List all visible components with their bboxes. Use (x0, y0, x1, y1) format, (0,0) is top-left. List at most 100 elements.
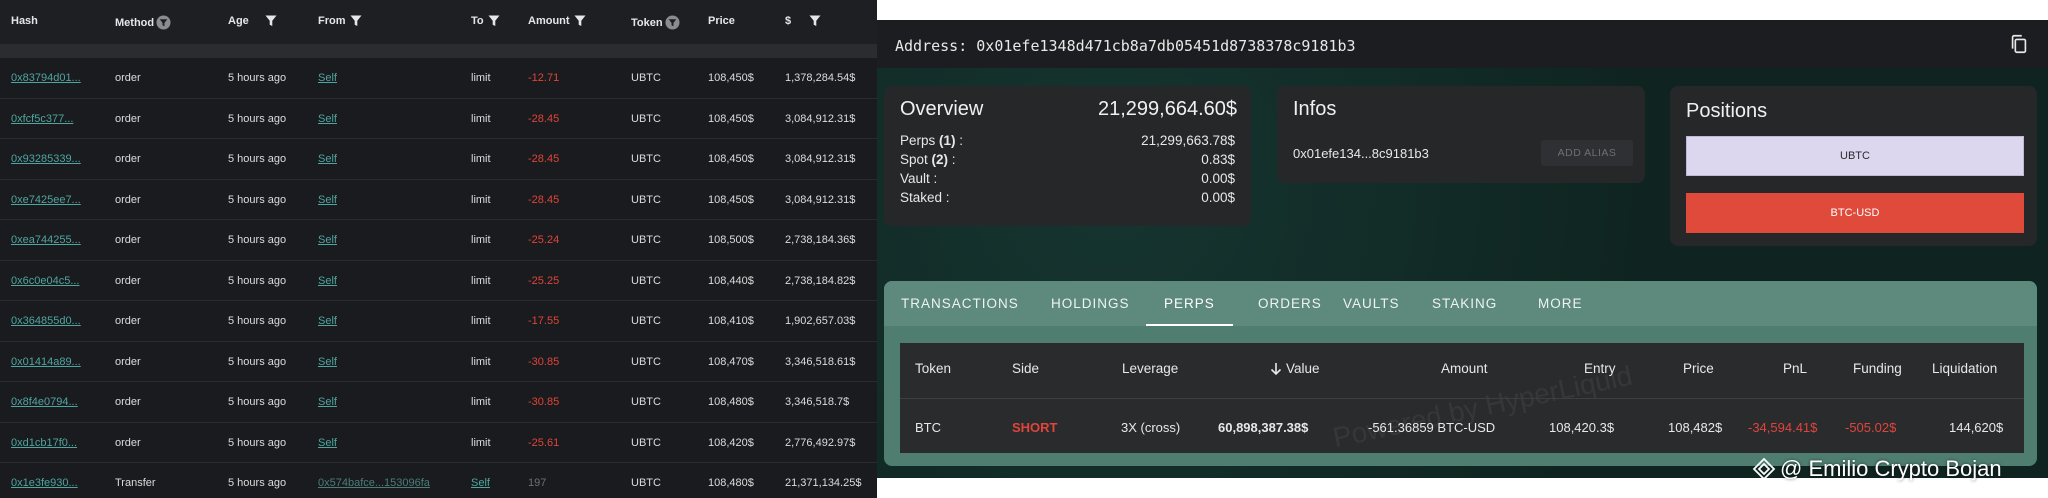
tx-from-link[interactable]: Self (318, 275, 337, 287)
filter-icon[interactable] (350, 15, 362, 27)
table-row[interactable]: 0x6c0e04c5... order 5 hours ago Self lim… (0, 261, 877, 301)
table-row[interactable]: 0xe7425ee7... order 5 hours ago Self lim… (0, 180, 877, 220)
table-row[interactable]: 0x93285339... order 5 hours ago Self lim… (0, 139, 877, 180)
tx-from-link[interactable]: Self (318, 234, 337, 246)
perp-leverage: 3X (cross) (1121, 420, 1181, 435)
col-to[interactable]: To (471, 15, 500, 27)
col-method[interactable]: Method (115, 15, 171, 30)
tx-price: 108,450$ (708, 193, 754, 206)
col-age[interactable]: Age (228, 15, 277, 27)
filter-icon[interactable] (488, 15, 500, 27)
table-row[interactable]: 0x01414a89... order 5 hours ago Self lim… (0, 342, 877, 382)
tx-price: 108,470$ (708, 355, 754, 368)
tx-price: 108,440$ (708, 274, 754, 287)
tx-usd: 21,371,134.25$ (785, 477, 862, 489)
tab-staking[interactable]: STAKING (1432, 296, 1497, 311)
tx-to: limit (471, 396, 491, 408)
tx-hash-link[interactable]: 0xe7425ee7... (11, 194, 81, 206)
overview-label: Vault : (900, 171, 938, 186)
tx-hash-link[interactable]: 0x364855d0... (11, 315, 81, 327)
position-ubtc-button[interactable]: UBTC (1686, 136, 2024, 176)
tx-from-link[interactable]: Self (318, 437, 337, 449)
position-btc-usd-button[interactable]: BTC-USD (1686, 193, 2024, 233)
author-credit: @ Emilio Crypto Bojan (1752, 456, 2002, 482)
col-from[interactable]: From (318, 15, 362, 27)
add-alias-button[interactable]: ADD ALIAS (1541, 140, 1633, 166)
tab-orders[interactable]: ORDERS (1258, 296, 1322, 311)
tx-price: 108,450$ (708, 72, 754, 84)
perps-table: Powered by HyperLiquid Token Side Levera… (900, 343, 2024, 453)
tx-from-link[interactable]: Self (318, 356, 337, 368)
tx-hash-link[interactable]: 0x01414a89... (11, 356, 81, 368)
filter-icon[interactable] (665, 15, 680, 30)
col-token: Token (915, 361, 952, 376)
sort-down-icon[interactable] (1269, 362, 1283, 376)
table-row[interactable]: 0xd1cb17f0... order 5 hours ago Self lim… (0, 423, 877, 463)
infos-card: Infos 0x01efe134...8c9181b3 ADD ALIAS (1277, 86, 1645, 183)
tab-panel: TRANSACTIONS HOLDINGS PERPS ORDERS VAULT… (884, 281, 2037, 466)
tx-price: 108,500$ (708, 234, 754, 246)
tx-price: 108,410$ (708, 315, 754, 327)
col-price: Price (708, 15, 735, 27)
col-token[interactable]: Token (631, 15, 680, 30)
tx-hash-link[interactable]: 0xd1cb17f0... (11, 437, 77, 449)
table-row[interactable]: 0xfcf5c377... order 5 hours ago Self lim… (0, 99, 877, 139)
tab-more[interactable]: MORE (1538, 296, 1583, 311)
tx-to-link[interactable]: Self (471, 477, 490, 489)
tx-hash-link[interactable]: 0xfcf5c377... (11, 113, 73, 125)
tx-amount: 197 (528, 477, 547, 489)
tx-to: limit (471, 234, 491, 246)
col-usd[interactable]: $ (785, 15, 821, 27)
tx-hash-link[interactable]: 0x83794d01... (11, 72, 81, 84)
tx-from-link[interactable]: Self (318, 396, 337, 408)
col-side: Side (1012, 361, 1040, 376)
filter-icon[interactable] (574, 15, 586, 27)
address-text: Address: 0x01efe1348d471cb8a7db05451d873… (895, 37, 1356, 55)
tx-price: 108,450$ (708, 112, 754, 125)
tx-hash-link[interactable]: 0x6c0e04c5... (11, 275, 80, 287)
tab-transactions[interactable]: TRANSACTIONS (901, 296, 1019, 311)
table-row[interactable]: 0x8f4e0794... order 5 hours ago Self lim… (0, 382, 877, 423)
tx-amount: -25.61 (528, 436, 560, 449)
tab-vaults[interactable]: VAULTS (1343, 296, 1400, 311)
tab-perps[interactable]: PERPS (1164, 296, 1215, 311)
copy-icon[interactable] (2008, 33, 2030, 55)
table-row[interactable]: 0x364855d0... order 5 hours ago Self lim… (0, 301, 877, 342)
tx-from-link[interactable]: Self (318, 315, 337, 327)
perp-value: 60,898,387.38$ (1218, 420, 1309, 435)
tx-to: limit (471, 153, 491, 165)
tx-hash-link[interactable]: 0x93285339... (11, 153, 81, 165)
col-amount: Amount (1441, 361, 1488, 376)
tx-from-link[interactable]: Self (318, 113, 337, 125)
explorer-panel: Address: 0x01efe1348d471cb8a7db05451d873… (877, 0, 2048, 498)
filter-icon[interactable] (156, 15, 171, 30)
tx-usd: 3,346,518.7$ (785, 396, 850, 408)
tx-token: UBTC (631, 436, 661, 449)
tx-hash-link[interactable]: 0xea744255... (11, 234, 81, 246)
tx-age: 5 hours ago (228, 193, 287, 206)
tx-from-link[interactable]: Self (318, 72, 337, 84)
tx-amount: -25.25 (528, 274, 560, 287)
address-bar: Address: 0x01efe1348d471cb8a7db05451d873… (877, 20, 2048, 68)
tx-amount: -28.45 (528, 193, 560, 206)
tab-holdings[interactable]: HOLDINGS (1051, 296, 1130, 311)
col-amount[interactable]: Amount (528, 15, 586, 27)
tx-from-link[interactable]: Self (318, 194, 337, 206)
tx-hash-link[interactable]: 0x1e3fe930... (11, 477, 78, 489)
perp-pnl: -34,594.41$ (1748, 420, 1818, 435)
filter-icon[interactable] (809, 15, 821, 27)
table-row[interactable]: 0xea744255... order 5 hours ago Self lim… (0, 220, 877, 261)
filter-icon[interactable] (265, 15, 277, 27)
col-value[interactable]: Value (1269, 361, 1320, 376)
tx-hash-link[interactable]: 0x8f4e0794... (11, 396, 78, 408)
table-row[interactable]: 0x83794d01... order 5 hours ago Self lim… (0, 58, 877, 99)
tx-age: 5 hours ago (228, 234, 287, 246)
tx-from-link[interactable]: Self (318, 153, 337, 165)
tx-from-link[interactable]: 0x574bafce...153096fa (318, 477, 430, 489)
table-row[interactable]: 0x1e3fe930... Transfer 5 hours ago 0x574… (0, 463, 877, 498)
tx-to: limit (471, 274, 491, 287)
tx-amount: -28.45 (528, 112, 560, 125)
col-pnl: PnL (1783, 361, 1808, 376)
tx-amount: -30.85 (528, 396, 560, 408)
col-entry: Entry (1584, 361, 1616, 376)
